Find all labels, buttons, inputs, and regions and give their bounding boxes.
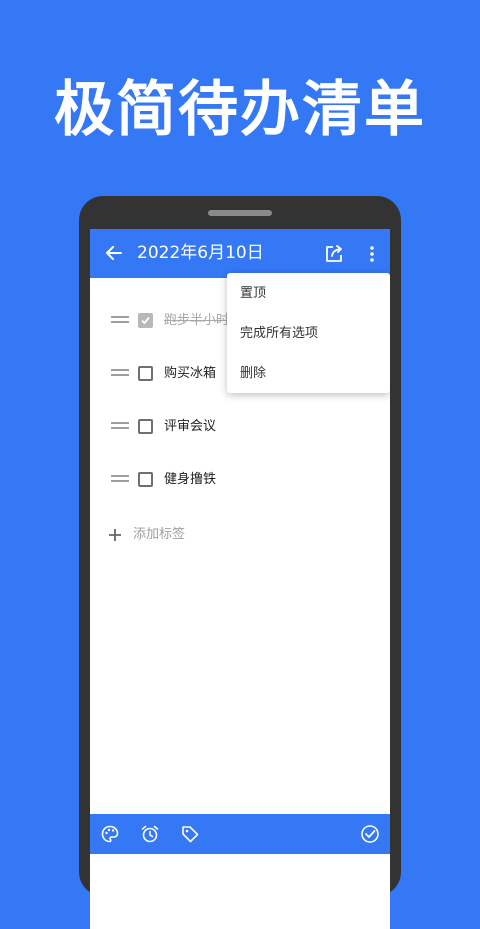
todo-checkbox[interactable] xyxy=(138,472,153,487)
bottom-toolbar xyxy=(90,814,390,854)
drag-handle-icon[interactable] xyxy=(111,369,129,379)
menu-item-pin[interactable]: 置顶 xyxy=(240,284,266,304)
alarm-icon[interactable] xyxy=(140,824,160,844)
page-title: 2022年6月10日 xyxy=(137,243,264,263)
app-screen: 2022年6月10日 跑步半小时 购买冰箱 评审会议 健身撸铁 添加标签 置顶 … xyxy=(90,229,390,929)
todo-checkbox[interactable] xyxy=(138,313,153,328)
tag-icon[interactable] xyxy=(180,824,200,844)
todo-checkbox[interactable] xyxy=(138,419,153,434)
phone-frame: 2022年6月10日 跑步半小时 购买冰箱 评审会议 健身撸铁 添加标签 置顶 … xyxy=(79,196,401,929)
list-item: 评审会议 xyxy=(90,413,390,443)
overflow-menu: 置顶 完成所有选项 删除 xyxy=(227,273,390,393)
phone-speaker xyxy=(208,210,272,216)
todo-label[interactable]: 评审会议 xyxy=(164,417,216,437)
list-item: 健身撸铁 xyxy=(90,466,390,496)
todo-label[interactable]: 跑步半小时 xyxy=(164,311,229,331)
todo-label[interactable]: 购买冰箱 xyxy=(164,364,216,384)
todo-label[interactable]: 健身撸铁 xyxy=(164,470,216,490)
more-vert-icon[interactable] xyxy=(362,244,382,264)
promo-headline: 极简待办清单 xyxy=(54,75,426,145)
plus-icon xyxy=(109,529,121,541)
check-circle-icon[interactable] xyxy=(360,824,380,844)
drag-handle-icon[interactable] xyxy=(111,422,129,432)
menu-item-delete[interactable]: 删除 xyxy=(240,364,266,384)
todo-checkbox[interactable] xyxy=(138,366,153,381)
add-tag-label: 添加标签 xyxy=(133,527,186,542)
arrow-left-icon[interactable] xyxy=(104,243,124,263)
palette-icon[interactable] xyxy=(100,824,120,844)
share-icon[interactable] xyxy=(324,244,344,264)
menu-item-complete-all[interactable]: 完成所有选项 xyxy=(240,324,318,344)
drag-handle-icon[interactable] xyxy=(111,316,129,326)
drag-handle-icon[interactable] xyxy=(111,475,129,485)
app-bar: 2022年6月10日 xyxy=(90,229,390,278)
